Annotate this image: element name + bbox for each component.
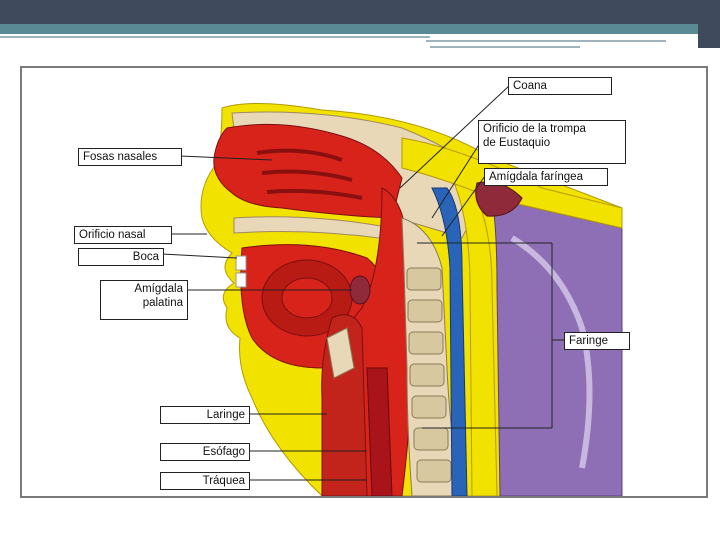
label-amigdala-palatina-line1: Amígdala	[134, 283, 183, 295]
slide-header-corner	[698, 0, 720, 48]
label-orificio-trompa-line1: Orificio de la trompa	[483, 123, 586, 135]
slide-header-accent	[0, 24, 720, 34]
palatine-tonsil	[349, 275, 371, 305]
label-fosas-nasales: Fosas nasales	[78, 148, 182, 166]
label-amigdala-faringea: Amígdala faríngea	[484, 168, 608, 186]
anatomy-figure: Fosas nasales Orificio nasal Boca Amígda…	[20, 66, 708, 498]
header-rule-right	[426, 40, 666, 42]
esophagus	[366, 367, 393, 496]
header-rule-short	[430, 46, 580, 48]
label-amigdala-palatina-line2: palatina	[142, 297, 183, 309]
label-esofago: Esófago	[160, 443, 250, 461]
label-amigdala-palatina: Amígdala palatina	[100, 280, 188, 320]
label-orificio-trompa-line2: de Eustaquio	[483, 137, 551, 149]
label-laringe: Laringe	[160, 406, 250, 424]
label-boca: Boca	[78, 248, 164, 266]
label-faringe: Faringe	[564, 332, 630, 350]
label-orificio-trompa: Orificio de la trompa de Eustaquio	[478, 120, 626, 164]
label-coana: Coana	[508, 77, 612, 95]
slide-header-bar	[0, 0, 720, 24]
header-rule-left	[0, 36, 430, 38]
label-traquea: Tráquea	[160, 472, 250, 490]
label-orificio-nasal: Orificio nasal	[74, 226, 172, 244]
